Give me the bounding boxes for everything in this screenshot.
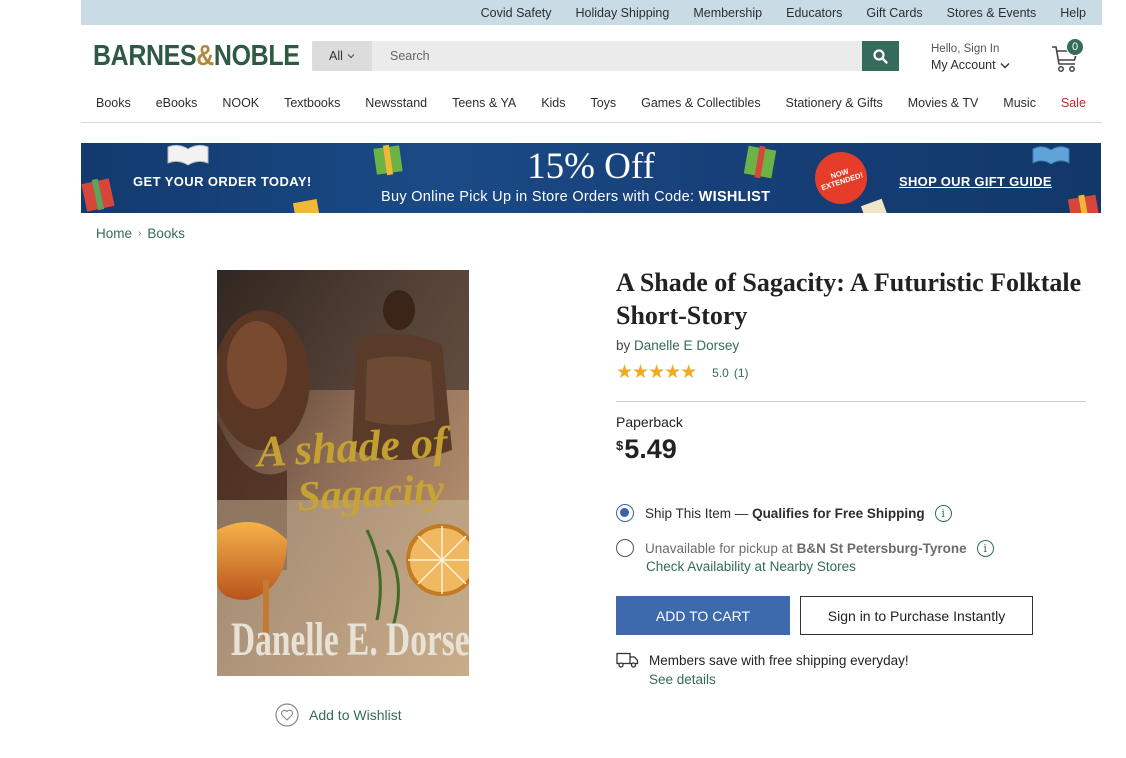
product-format: Paperback: [616, 414, 683, 430]
chevron-right-icon: ›: [138, 228, 142, 239]
add-to-wishlist-button[interactable]: Add to Wishlist: [275, 703, 402, 727]
gift-box-icon: [292, 199, 321, 213]
pickup-store: B&N St Petersburg-Tyrone: [796, 540, 967, 556]
gift-box-icon: [743, 145, 777, 179]
product-title: A Shade of Sagacity: A Futuristic Folkta…: [616, 268, 1082, 330]
see-details-link[interactable]: See details: [649, 672, 716, 687]
info-icon[interactable]: i: [976, 539, 994, 557]
gift-box-icon: [860, 198, 888, 213]
account-greeting: Hello, Sign In: [931, 43, 1000, 55]
sign-in-purchase-button[interactable]: Sign in to Purchase Instantly: [800, 596, 1033, 635]
truck-icon: [616, 652, 639, 668]
nav-item-teens-ya[interactable]: Teens & YA: [452, 96, 516, 110]
account-label: My Account: [931, 58, 996, 72]
nav-item-movies-tv[interactable]: Movies & TV: [908, 96, 979, 110]
pickup-option[interactable]: Unavailable for pickup at B&N St Petersb…: [616, 539, 994, 557]
cover-title-line-2: Sagacity: [296, 467, 446, 521]
promo-code: WISHLIST: [698, 189, 771, 205]
nav-item-ebooks[interactable]: eBooks: [156, 96, 198, 110]
ship-free-label: Qualifies for Free Shipping: [752, 505, 925, 521]
wishlist-label: Add to Wishlist: [309, 707, 402, 723]
nav-item-toys[interactable]: Toys: [590, 96, 616, 110]
utility-link-help[interactable]: Help: [1060, 6, 1086, 20]
utility-link-holiday-shipping[interactable]: Holiday Shipping: [576, 6, 670, 20]
search-category-label: All: [329, 49, 343, 63]
divider: [616, 401, 1086, 402]
product-byline: by Danelle E Dorsey: [616, 338, 1086, 353]
utility-link-stores-events[interactable]: Stores & Events: [947, 6, 1037, 20]
price-value: 5.49: [624, 434, 677, 464]
search-button[interactable]: [862, 41, 899, 71]
gift-box-icon: [1067, 194, 1100, 213]
ship-label: Ship This Item —: [645, 505, 749, 521]
byline-prefix: by: [616, 338, 631, 353]
nav-item-games-collectibles[interactable]: Games & Collectibles: [641, 96, 761, 110]
promo-banner[interactable]: GET YOUR ORDER TODAY! 15% Off Buy Online…: [81, 143, 1101, 213]
cover-author: Danelle E. Dorsey: [231, 612, 469, 665]
nav-item-music[interactable]: Music: [1003, 96, 1036, 110]
gift-box-icon: [81, 178, 115, 212]
promo-subtitle: Buy Online Pick Up in Store Orders with …: [381, 189, 770, 205]
nav-item-books[interactable]: Books: [96, 96, 131, 110]
utility-bar: Covid Safety Holiday Shipping Membership…: [81, 0, 1102, 25]
breadcrumb-home[interactable]: Home: [96, 226, 132, 241]
breadcrumb-books[interactable]: Books: [147, 226, 185, 241]
rating-score: 5.0: [712, 365, 729, 380]
info-icon[interactable]: i: [934, 504, 952, 522]
book-cover-image[interactable]: A shade of Sagacity Danelle E. Dorsey: [217, 270, 469, 676]
search-bar: All: [312, 41, 899, 71]
cart-count-badge: 0: [1066, 38, 1084, 56]
price-currency: $: [616, 438, 624, 453]
chevron-down-icon: [1000, 62, 1010, 68]
product-rating[interactable]: ★★★★★ 5.0 (1): [616, 361, 1086, 384]
open-book-icon: [1032, 146, 1070, 165]
promo-subtitle-text: Buy Online Pick Up in Store Orders with …: [381, 189, 699, 205]
nav-item-newsstand[interactable]: Newsstand: [365, 96, 427, 110]
rating-count[interactable]: (1): [734, 366, 749, 380]
ship-radio[interactable]: [616, 504, 634, 522]
utility-link-covid-safety[interactable]: Covid Safety: [481, 6, 552, 20]
breadcrumb: Home › Books: [96, 226, 185, 241]
ship-option[interactable]: Ship This Item — Qualifies for Free Ship…: [616, 504, 952, 522]
open-book-icon: [167, 144, 209, 166]
site-header: BARNES&NOBLE All Hello, Sign In My Accou…: [81, 25, 1102, 87]
book-cover-art: A shade of Sagacity Danelle E. Dorsey: [217, 270, 469, 676]
nav-item-sale[interactable]: Sale: [1061, 96, 1086, 110]
logo-ampersand: &: [196, 40, 214, 72]
search-icon: [873, 48, 888, 64]
nav-item-kids[interactable]: Kids: [541, 96, 565, 110]
logo-text-noble: NOBLE: [213, 40, 300, 72]
add-to-cart-button[interactable]: ADD TO CART: [616, 596, 790, 635]
pickup-label: Unavailable for pickup at: [645, 540, 793, 556]
utility-link-gift-cards[interactable]: Gift Cards: [866, 6, 922, 20]
members-shipping-note: Members save with free shipping everyday…: [616, 652, 909, 668]
cart-button[interactable]: 0: [1051, 38, 1089, 75]
barnes-noble-logo[interactable]: BARNES&NOBLE: [93, 40, 300, 73]
product-price: $5.49: [616, 434, 677, 465]
rating-stars: ★★★★★: [616, 362, 697, 383]
search-category-select[interactable]: All: [312, 41, 372, 71]
nav-item-textbooks[interactable]: Textbooks: [284, 96, 340, 110]
promo-headline: 15% Off: [527, 146, 655, 187]
category-nav: Books eBooks NOOK Textbooks Newsstand Te…: [81, 88, 1102, 123]
members-text: Members save with free shipping everyday…: [649, 652, 909, 668]
nav-item-stationery-gifts[interactable]: Stationery & Gifts: [786, 96, 883, 110]
promo-left-text: GET YOUR ORDER TODAY!: [133, 174, 312, 189]
search-input[interactable]: [372, 41, 862, 71]
chevron-down-icon: [347, 54, 355, 59]
check-availability-link[interactable]: Check Availability at Nearby Stores: [646, 559, 856, 574]
shop-gift-guide-link[interactable]: SHOP OUR GIFT GUIDE: [899, 174, 1052, 189]
heart-icon: [275, 703, 299, 727]
utility-link-educators[interactable]: Educators: [786, 6, 842, 20]
utility-link-membership[interactable]: Membership: [693, 6, 762, 20]
nav-item-nook[interactable]: NOOK: [222, 96, 259, 110]
logo-text-barnes: BARNES: [93, 40, 197, 72]
account-menu[interactable]: Hello, Sign In My Account: [931, 41, 1010, 73]
product-info: A Shade of Sagacity: A Futuristic Folkta…: [616, 266, 1086, 687]
author-link[interactable]: Danelle E Dorsey: [634, 338, 739, 353]
pickup-radio[interactable]: [616, 539, 634, 557]
